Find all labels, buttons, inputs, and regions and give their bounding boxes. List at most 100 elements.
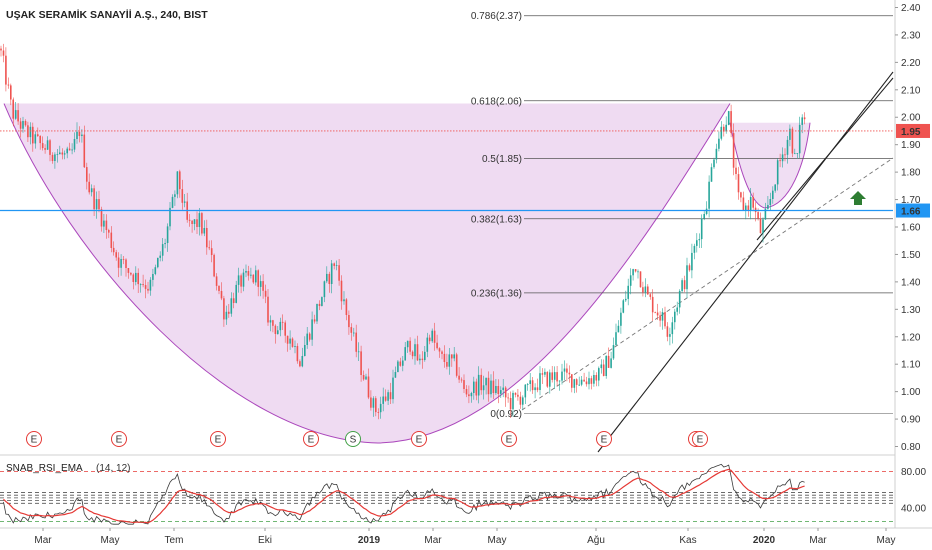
price-tick-label: 1.30 [901, 305, 921, 316]
candle-body [88, 181, 90, 193]
candle-body [526, 384, 529, 385]
candle-body [215, 276, 218, 286]
candle-body [470, 393, 473, 397]
candle-body [375, 398, 377, 413]
candle-body [588, 378, 590, 385]
candle-body [279, 321, 282, 331]
candle-body [446, 362, 448, 367]
time-tick-label: May [877, 535, 896, 546]
time-tick-label: 2020 [753, 535, 776, 546]
candle-body [259, 281, 262, 287]
candle-body [193, 219, 196, 224]
candle-body [399, 361, 402, 366]
candle-body [117, 257, 120, 268]
candle-body [578, 384, 580, 386]
candle-body [112, 247, 115, 253]
price-tick-label: 1.80 [901, 168, 921, 179]
candle-body [68, 148, 71, 151]
candle-body [683, 280, 686, 290]
candle-body [196, 219, 198, 227]
event-marker-letter: E [31, 435, 38, 446]
candle-body [688, 265, 691, 271]
candle-body [32, 126, 34, 144]
candle-body [639, 271, 642, 288]
candle-body [44, 148, 46, 150]
candle-body [500, 390, 502, 394]
candle-body [468, 394, 470, 397]
candle-body [255, 270, 257, 283]
candle-body [203, 228, 206, 234]
candle-body [318, 303, 321, 306]
candle-body [769, 199, 772, 205]
candle-body [335, 265, 338, 266]
candle-body [725, 124, 727, 132]
candle-body [250, 274, 252, 276]
candle-body [669, 334, 671, 337]
candle-body [166, 226, 169, 243]
candle-body [458, 375, 460, 380]
fib-label: 0(0.92) [490, 409, 522, 420]
candle-body [441, 351, 443, 354]
candle-body [223, 298, 225, 320]
candle-body [71, 149, 73, 151]
price-tick-label: 2.10 [901, 85, 921, 96]
candle-body [536, 387, 539, 391]
candle-body [742, 197, 745, 211]
candle-body [651, 296, 654, 313]
candle-body [749, 197, 752, 211]
rsi-tick-label: 40.00 [901, 503, 926, 514]
candle-body [372, 398, 375, 408]
candle-body [296, 346, 299, 362]
candle-body [534, 387, 536, 391]
candle-body [191, 220, 193, 224]
event-marker-letter: E [116, 435, 123, 446]
candle-body [730, 111, 732, 134]
event-marker-letter: E [697, 435, 704, 446]
candle-body [225, 311, 228, 320]
candle-body [686, 265, 688, 290]
candle-body [580, 379, 583, 385]
candle-body [620, 312, 622, 326]
price-tick-label: 1.40 [901, 277, 921, 288]
time-tick-label: May [101, 535, 120, 546]
candle-body [24, 121, 27, 126]
candle-body [553, 372, 556, 380]
candle-body [299, 361, 301, 367]
event-marker-letter: E [506, 435, 513, 446]
candle-body [546, 371, 549, 387]
candle-body [693, 245, 696, 253]
candle-body [5, 55, 7, 85]
fib-label: 0.236(1.36) [471, 288, 522, 299]
candle-body [705, 208, 708, 214]
candle-body [142, 284, 144, 286]
candle-body [634, 269, 637, 272]
candle-body [7, 84, 10, 86]
candle-body [590, 378, 593, 384]
candle-body [607, 355, 610, 368]
candle-body [585, 381, 588, 385]
candle-body [720, 126, 723, 139]
candle-body [566, 368, 568, 373]
candle-body [421, 358, 424, 360]
candle-body [774, 184, 776, 191]
candle-body [377, 412, 380, 413]
candle-body [406, 340, 409, 348]
candle-body [61, 152, 64, 155]
candle-body [183, 201, 186, 203]
event-marker-letter: E [308, 435, 315, 446]
price-chart[interactable]: 0.786(2.37) 0.618(2.06) 0.5(1.85) 0.382(1.6… [0, 0, 932, 550]
candle-body [485, 377, 487, 386]
candle-body [83, 134, 86, 168]
candle-body [257, 270, 259, 287]
candle-body [81, 134, 83, 136]
candle-body [127, 268, 130, 273]
candle-body [556, 372, 558, 382]
candle-body [157, 257, 159, 268]
candle-body [0, 48, 2, 51]
candle-body [108, 230, 110, 233]
candle-body [622, 300, 625, 313]
candle-body [794, 153, 796, 155]
candle-body [230, 298, 233, 314]
candle-body [492, 380, 495, 393]
candle-body [674, 311, 676, 323]
